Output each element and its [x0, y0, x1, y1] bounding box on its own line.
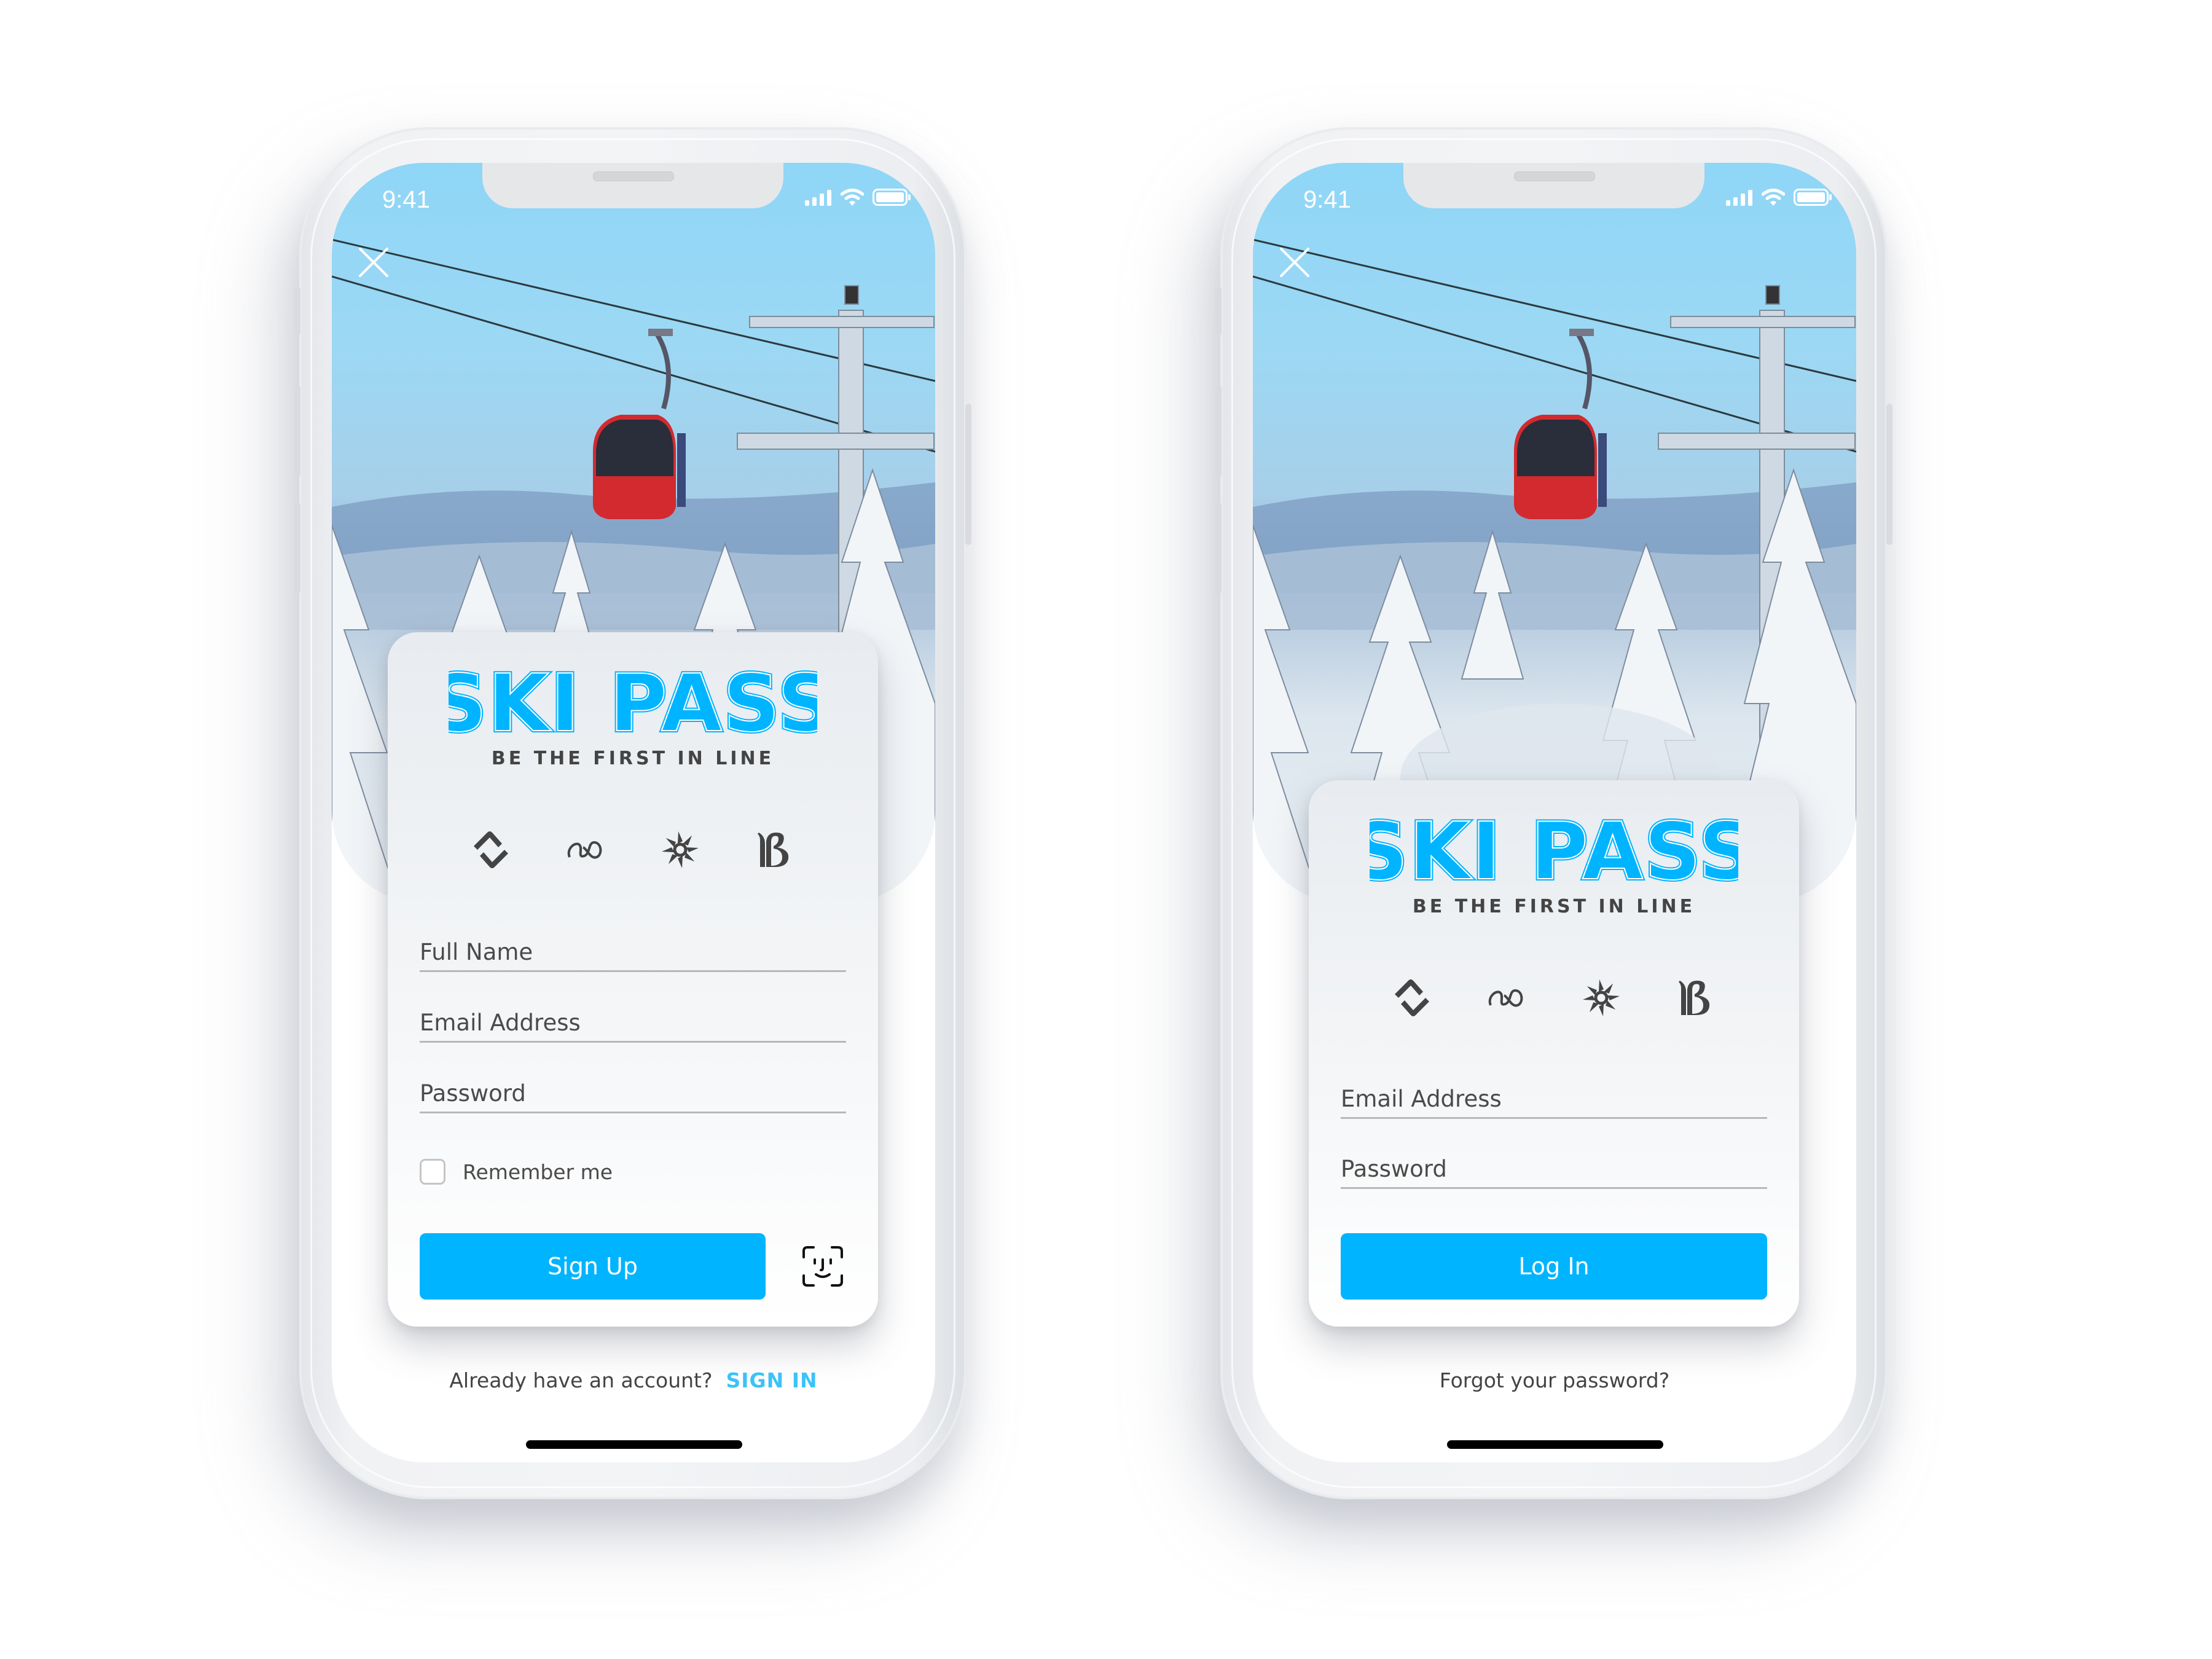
sign-up-button[interactable]: Sign Up [420, 1233, 766, 1300]
remember-me-checkbox[interactable] [420, 1159, 445, 1185]
diamond-wave-resort-icon[interactable] [1392, 978, 1432, 1018]
volume-up-button [294, 385, 300, 477]
mute-switch [294, 287, 300, 336]
snowflake-star-resort-icon[interactable] [661, 830, 700, 869]
password-field[interactable]: Password [1341, 1150, 1767, 1189]
login-card: SKI PASS SKI PASS BE THE FIRST IN LINE E… [1309, 780, 1799, 1327]
face-id-icon[interactable] [801, 1245, 844, 1288]
status-icons [1726, 189, 1832, 206]
password-field[interactable]: Password [420, 1075, 846, 1113]
wifi-icon [841, 189, 864, 206]
email-placeholder: Email Address [1341, 1086, 1502, 1112]
signal-bars-icon [1726, 190, 1752, 206]
signup-card: SKI PASS SKI PASS BE THE FIRST IN LINE F… [388, 632, 878, 1327]
forgot-password-link[interactable]: Forgot your password? [1253, 1368, 1856, 1392]
already-have-account-text: Already have an account? [449, 1368, 713, 1392]
password-placeholder: Password [1341, 1156, 1447, 1182]
speaker-grille [1514, 171, 1595, 181]
volume-down-button [294, 502, 300, 594]
email-field[interactable]: Email Address [420, 1004, 846, 1043]
tagline: BE THE FIRST IN LINE [491, 748, 775, 769]
logo-inline-stroke: SKI PASS [449, 662, 817, 742]
ski-pass-logo: SKI PASS SKI PASS [388, 656, 878, 751]
speaker-grille [593, 171, 674, 181]
password-placeholder: Password [420, 1080, 526, 1107]
status-icons [805, 189, 911, 206]
sign-in-prompt: Already have an account? SIGN IN [332, 1368, 935, 1392]
home-indicator[interactable] [526, 1440, 742, 1449]
battery-icon [1794, 189, 1832, 206]
volume-down-button [1215, 502, 1222, 594]
mute-switch [1215, 287, 1222, 336]
battery-icon [873, 189, 911, 206]
diamond-wave-resort-icon[interactable] [471, 830, 511, 869]
resort-logos [388, 830, 878, 869]
triple-loop-resort-icon[interactable] [566, 830, 605, 869]
phone-signup: 9:41 SKI PASS SKI PASS BE THE FIRST IN L… [294, 127, 971, 1499]
power-button [965, 404, 971, 545]
notch [482, 163, 783, 208]
power-button [1886, 404, 1892, 545]
remember-me-label: Remember me [463, 1159, 613, 1184]
email-placeholder: Email Address [420, 1010, 581, 1036]
remember-me[interactable]: Remember me [420, 1159, 613, 1185]
wifi-icon [1762, 189, 1785, 206]
status-time: 9:41 [382, 186, 430, 213]
triple-loop-resort-icon[interactable] [1487, 978, 1526, 1018]
close-icon[interactable] [356, 245, 391, 280]
full-name-field[interactable]: Full Name [420, 933, 846, 972]
email-field[interactable]: Email Address [1341, 1080, 1767, 1119]
tagline: BE THE FIRST IN LINE [1412, 896, 1696, 917]
sign-in-link[interactable]: SIGN IN [726, 1368, 818, 1392]
snowflake-star-resort-icon[interactable] [1582, 978, 1621, 1018]
close-icon[interactable] [1277, 245, 1312, 280]
notch [1403, 163, 1704, 208]
b-monogram-resort-icon[interactable] [755, 830, 794, 869]
ski-pass-logo: SKI PASS SKI PASS [1309, 804, 1799, 900]
volume-up-button [1215, 385, 1222, 477]
b-monogram-resort-icon[interactable] [1676, 978, 1716, 1018]
screen: 9:41 SKI PASS SKI PASS BE THE FIRST IN L… [332, 163, 935, 1462]
logo-inline-stroke: SKI PASS [1370, 810, 1738, 890]
home-indicator[interactable] [1447, 1440, 1663, 1449]
resort-logos [1309, 978, 1799, 1018]
log-in-button[interactable]: Log In [1341, 1233, 1767, 1300]
status-time: 9:41 [1303, 186, 1351, 213]
screen: 9:41 SKI PASS SKI PASS BE THE FIRST IN L… [1253, 163, 1856, 1462]
full-name-placeholder: Full Name [420, 939, 533, 965]
phone-login: 9:41 SKI PASS SKI PASS BE THE FIRST IN L… [1215, 127, 1892, 1499]
signal-bars-icon [805, 190, 831, 206]
